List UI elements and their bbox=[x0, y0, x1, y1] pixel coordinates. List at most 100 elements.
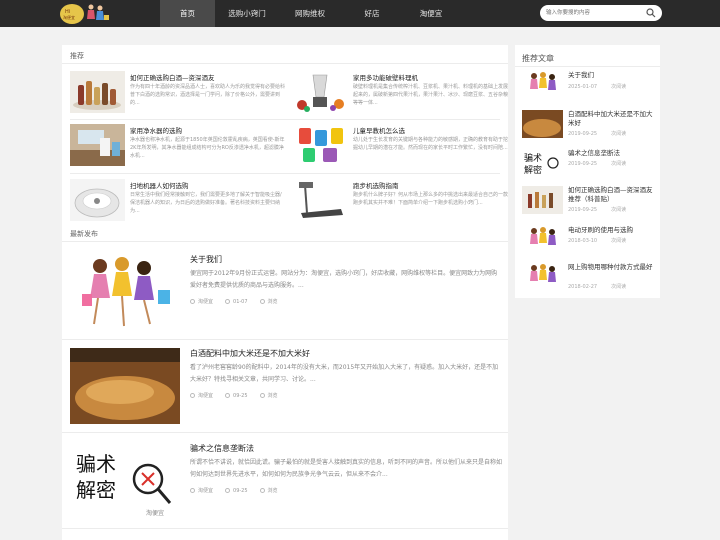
post-date: 01-07 bbox=[225, 298, 248, 305]
divider bbox=[62, 339, 508, 340]
post-item[interactable]: 骗术 解密 淘便宜 骗术之信息垄断法 所谓不恰不讲说，就恰因此谎。骗子最怕的就是… bbox=[70, 443, 502, 521]
grain-sorghum-thumb bbox=[522, 110, 563, 138]
sidebar-article[interactable]: 网上购物用哪种付款方式最好 2018-02-27 次阅读 bbox=[522, 263, 658, 297]
scam-decode-image: 骗术 解密 淘便宜 bbox=[70, 443, 180, 519]
sidebar-article-title[interactable]: 骗术之信息垄断法 bbox=[568, 149, 658, 158]
post-date: 09-25 bbox=[225, 392, 248, 399]
scam-text-1: 骗术 bbox=[76, 452, 116, 476]
author-icon bbox=[190, 393, 195, 398]
recommend-item[interactable]: 跑步机选购指南 跑步机什么牌子好？何从市场上那么多的中挑选出来最适合自己的一款跑… bbox=[293, 179, 511, 225]
recommend-item-title[interactable]: 扫地机器人如何选购 bbox=[130, 180, 288, 190]
post-title[interactable]: 骗术之信息垄断法 bbox=[190, 443, 254, 454]
nav-item-buying-tips[interactable]: 选购小窍门 bbox=[215, 0, 279, 27]
wine-bottles-thumb bbox=[522, 186, 563, 214]
post-desc: 便宜网于2012年9月份正式运营。网站分为：淘便宜，选购小窍门，好店收藏，网购维… bbox=[190, 270, 498, 289]
recommend-item[interactable]: 家用净水器的选购 净水器也称净水机，起源于1850年英国伦敦霍乱疾病，英国看使-… bbox=[70, 124, 288, 170]
scam-text-3: 淘便宜 bbox=[146, 509, 164, 517]
eye-icon bbox=[259, 299, 265, 304]
shopping-girls-thumb bbox=[522, 71, 563, 99]
nav-item-consumer-rights[interactable]: 网购维权 bbox=[279, 0, 341, 27]
search-icon[interactable] bbox=[646, 8, 656, 18]
grain-sorghum-image bbox=[70, 348, 180, 424]
post-author: 淘便宜 bbox=[190, 392, 213, 399]
recommend-item[interactable]: 儿童早教机怎么选 幼儿处于生长发育的关键期与各种能力的敏感期，正确的教育有助于挖… bbox=[293, 124, 511, 170]
author-icon bbox=[190, 488, 195, 493]
author-icon bbox=[190, 299, 195, 304]
site-logo[interactable]: Hi 淘便宜 bbox=[58, 1, 112, 26]
recommend-item-title[interactable]: 儿童早教机怎么选 bbox=[353, 125, 511, 135]
recommend-item-desc: 跑步机什么牌子好？何从市场上那么多的中挑选出来最适合自己的一款跑步机其实并不难！… bbox=[353, 192, 509, 206]
recommend-item-title[interactable]: 如何正确选购白酒—资深酒友 bbox=[130, 72, 288, 82]
shopping-girls-thumb bbox=[522, 263, 563, 291]
kids-learning-machine-image bbox=[293, 124, 348, 166]
search-box bbox=[540, 5, 662, 21]
sidebar-article-meta: 2019-09-25 次阅读 bbox=[568, 207, 627, 213]
recommend-item[interactable]: 家用多功能破壁料理机 破壁料理机是集合传统榨汁机、豆浆机、果汁机、料理机的基础上… bbox=[293, 71, 511, 117]
sidebar-title: 推荐文章 bbox=[522, 54, 554, 63]
clock-icon bbox=[225, 488, 231, 493]
post-item[interactable]: 关于我们 便宜网于2012年9月份正式运营。网站分为：淘便宜，选购小窍门，好店收… bbox=[70, 254, 500, 332]
svg-text:骗术: 骗术 bbox=[524, 152, 542, 164]
shopping-girls-thumb bbox=[522, 226, 563, 254]
recommend-item-desc: 净水器也称净水机，起源于1850年英国伦敦霍乱疾病，英国看使-斯年2K年所发明，… bbox=[130, 137, 285, 159]
robot-vacuum-image bbox=[70, 179, 125, 221]
search-input[interactable] bbox=[546, 7, 642, 19]
sidebar-article[interactable]: 如何正确选购白酒—资深酒友推荐（科普贴） 2019-09-25 次阅读 bbox=[522, 186, 658, 220]
recommend-item-title[interactable]: 跑步机选购指南 bbox=[353, 180, 511, 190]
nav-item-good-stores[interactable]: 好店 bbox=[341, 0, 403, 27]
main-nav: 首页 选购小窍门 网购维权 好店 淘便宜 bbox=[160, 0, 459, 27]
divider bbox=[62, 63, 508, 64]
divider bbox=[70, 119, 500, 120]
divider bbox=[62, 241, 508, 242]
blender-image bbox=[293, 71, 348, 113]
post-title[interactable]: 白酒配料中加大米还是不加大米好 bbox=[190, 348, 310, 359]
post-item[interactable]: 白酒配料中加大米还是不加大米好 看了泸州老窖窖龄90的配料中，2014年的没有大… bbox=[70, 348, 500, 426]
recommend-item[interactable]: 如何正确选购白酒—资深酒友 作为有四十年酒龄的资深品酒人士，喜欢助人为乐的我觉得… bbox=[70, 71, 288, 117]
sidebar-article-title[interactable]: 白酒配料中加大米还是不加大米好 bbox=[568, 110, 658, 128]
sidebar-article-meta: 2018-03-10 次阅读 bbox=[568, 238, 627, 244]
divider bbox=[70, 173, 500, 174]
svg-text:解密: 解密 bbox=[524, 164, 542, 176]
sidebar-article[interactable]: 骗术 解密 骗术之信息垄断法 2019-09-25 次阅读 bbox=[522, 149, 658, 183]
wine-bottles-image bbox=[70, 71, 125, 113]
sidebar-article-title[interactable]: 关于我们 bbox=[568, 71, 658, 80]
sidebar-article-meta: 2025-01-07 次阅读 bbox=[568, 84, 627, 90]
post-views: 浏览 bbox=[259, 487, 278, 494]
divider bbox=[62, 528, 508, 529]
recommend-item-desc: 破壁料理机是集合传统榨汁机、豆浆机、果汁机、料理机的基础上发展起来的，属破新第四… bbox=[353, 84, 509, 106]
divider bbox=[62, 432, 508, 433]
sidebar-article-meta: 2019-09-25 次阅读 bbox=[568, 131, 627, 137]
post-author: 淘便宜 bbox=[190, 487, 213, 494]
svg-text:淘便宜: 淘便宜 bbox=[63, 14, 75, 20]
sidebar-article[interactable]: 电动牙刷的使用与选购 2018-03-10 次阅读 bbox=[522, 226, 658, 260]
clock-icon bbox=[225, 393, 231, 398]
post-meta: 淘便宜 09-25 浏览 bbox=[190, 487, 290, 494]
clock-icon bbox=[225, 299, 231, 304]
water-purifier-image bbox=[70, 124, 125, 166]
sidebar-article-meta: 2019-09-25 次阅读 bbox=[568, 161, 627, 167]
nav-item-taobianyi[interactable]: 淘便宜 bbox=[403, 0, 459, 27]
eye-icon bbox=[259, 488, 265, 493]
divider bbox=[515, 66, 660, 67]
eye-icon bbox=[259, 393, 265, 398]
nav-item-home[interactable]: 首页 bbox=[160, 0, 215, 27]
shopping-girls-image bbox=[70, 254, 180, 330]
sidebar-article-title[interactable]: 如何正确选购白酒—资深酒友推荐（科普贴） bbox=[568, 186, 658, 204]
scam-decode-thumb: 骗术 解密 bbox=[522, 149, 563, 177]
treadmill-image bbox=[293, 179, 348, 221]
sidebar-article-title[interactable]: 网上购物用哪种付款方式最好 bbox=[568, 263, 658, 272]
recommend-item-title[interactable]: 家用多功能破壁料理机 bbox=[353, 72, 511, 82]
sidebar-article[interactable]: 白酒配料中加大米还是不加大米好 2019-09-25 次阅读 bbox=[522, 110, 658, 144]
post-meta: 淘便宜 09-25 浏览 bbox=[190, 392, 290, 399]
post-title[interactable]: 关于我们 bbox=[190, 254, 222, 265]
recommend-item-title[interactable]: 家用净水器的选购 bbox=[130, 125, 288, 135]
scam-text-2: 解密 bbox=[76, 478, 116, 502]
post-desc: 看了泸州老窖窖龄90的配料中，2014年的没有大米，而2015年又开始加入大米了… bbox=[190, 364, 499, 383]
sidebar-article-title[interactable]: 电动牙刷的使用与选购 bbox=[568, 226, 658, 235]
sidebar-article[interactable]: 关于我们 2025-01-07 次阅读 bbox=[522, 71, 658, 105]
post-meta: 淘便宜 01-07 浏览 bbox=[190, 298, 290, 305]
post-desc: 所谓不恰不讲说，就恰因此谎。骗子最怕的就是受害人接触到真实的信息，听到不同的声音… bbox=[190, 459, 502, 478]
post-views: 浏览 bbox=[259, 392, 278, 399]
post-views: 浏览 bbox=[259, 298, 278, 305]
recommend-item[interactable]: 扫地机器人如何选购 日常生活中我们经常接触到它，我们需要更多地了解关于智能吸尘器… bbox=[70, 179, 288, 225]
